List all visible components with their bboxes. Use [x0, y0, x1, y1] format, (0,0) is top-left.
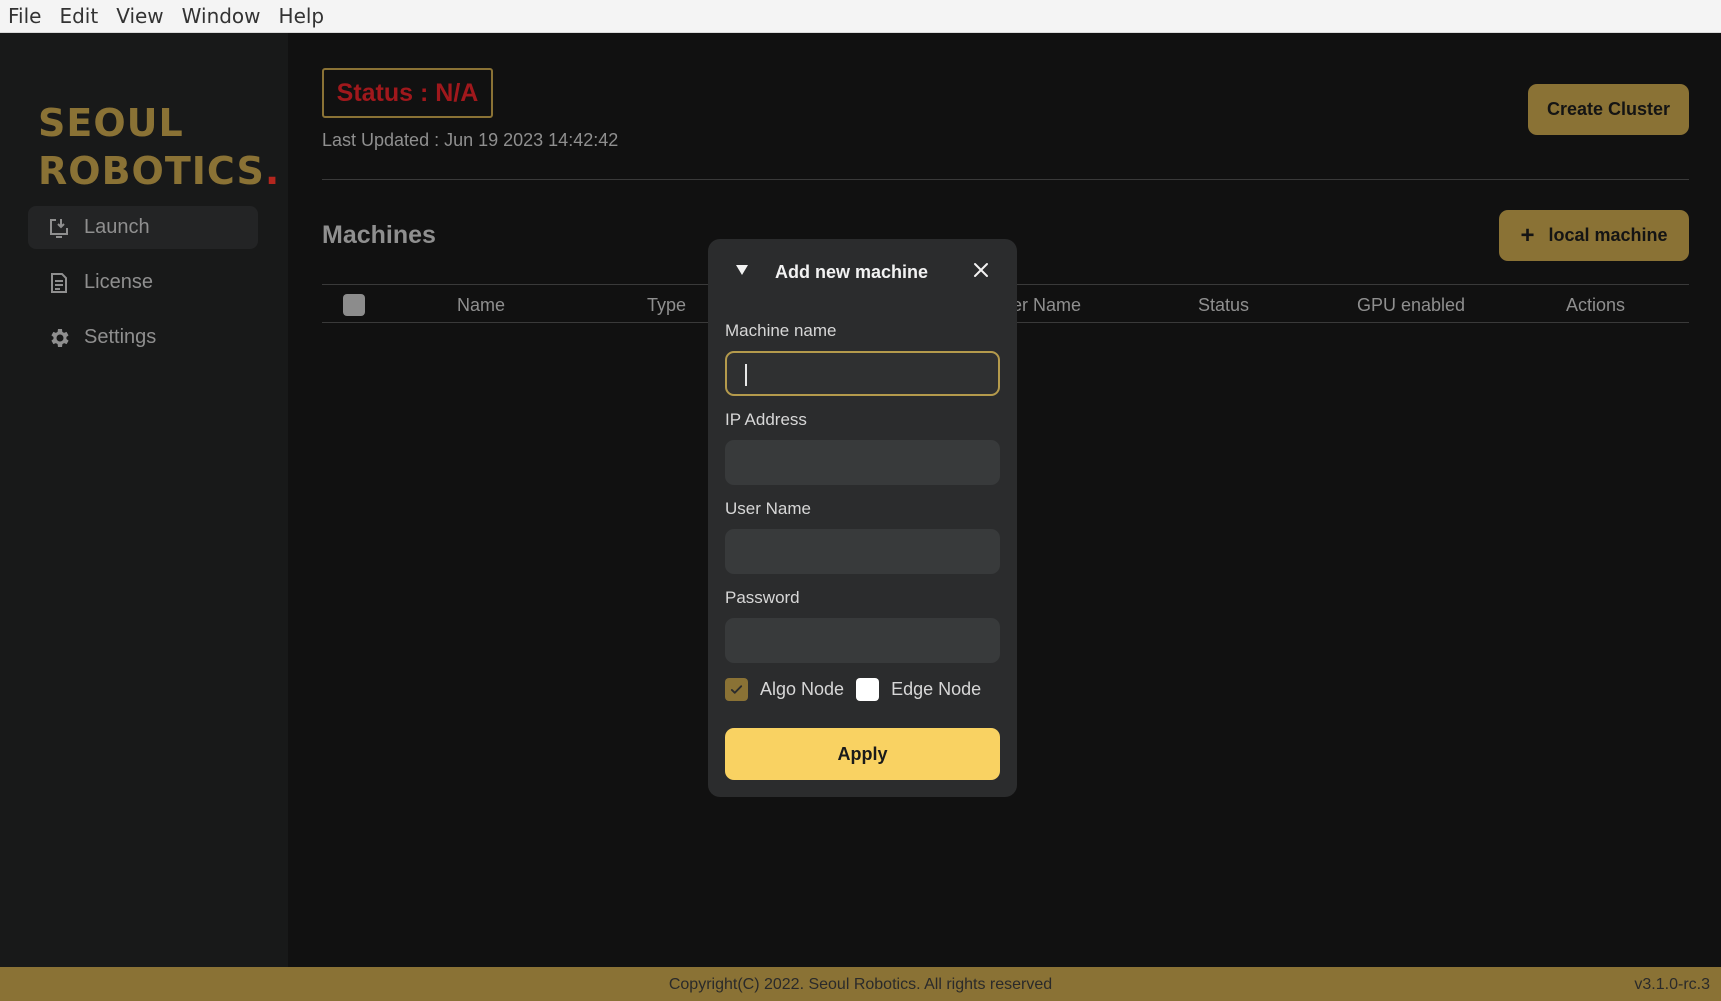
sidebar-item-license[interactable]: License	[28, 261, 258, 304]
ip-address-label: IP Address	[725, 410, 807, 429]
last-updated-text: Last Updated : Jun 19 2023 14:42:42	[322, 130, 619, 150]
sidebar-item-label: License	[84, 271, 153, 293]
password-label: Password	[725, 588, 800, 607]
apply-button[interactable]: Apply	[725, 728, 1000, 780]
menu-help[interactable]: Help	[279, 4, 325, 28]
column-header-type: Type	[647, 295, 687, 315]
menu-edit[interactable]: Edit	[59, 4, 98, 28]
launch-icon	[46, 215, 72, 241]
collapse-triangle-icon[interactable]	[735, 263, 749, 277]
user-name-label: User Name	[725, 499, 811, 518]
column-header-name: Name	[457, 295, 506, 315]
text-cursor	[745, 364, 747, 386]
sidebar-item-settings[interactable]: Settings	[28, 316, 258, 359]
header-divider	[322, 179, 1689, 180]
column-header-user-name: er Name	[1012, 295, 1082, 315]
plus-icon: +	[1520, 221, 1535, 249]
column-header-gpu-enabled: GPU enabled	[1357, 295, 1466, 315]
status-badge: Status : N/A	[322, 68, 493, 118]
user-name-input[interactable]	[725, 529, 1000, 574]
algo-node-label: Algo Node	[760, 678, 845, 699]
menu-view[interactable]: View	[116, 4, 163, 28]
version-text: v3.1.0-rc.3	[1634, 976, 1710, 993]
machines-heading: Machines	[322, 221, 436, 249]
column-header-actions: Actions	[1566, 295, 1626, 315]
select-all-checkbox[interactable]	[343, 294, 365, 316]
machine-name-input[interactable]	[725, 351, 1000, 396]
logo-dot: .	[264, 149, 281, 193]
ip-address-input[interactable]	[725, 440, 1000, 485]
column-header-status: Status	[1198, 295, 1250, 315]
company-logo: SEOUL ROBOTICS.	[38, 99, 280, 195]
sidebar: SEOUL ROBOTICS. Launch License Settings	[0, 33, 288, 967]
algo-node-checkbox[interactable]	[725, 677, 748, 701]
logo-line-2: ROBOTICS	[38, 149, 265, 193]
menu-file[interactable]: File	[8, 4, 41, 28]
checkmark-icon	[730, 684, 743, 694]
dialog-header: Add new machine	[708, 239, 1017, 299]
add-local-machine-label: local machine	[1548, 225, 1668, 245]
menu-window[interactable]: Window	[182, 4, 261, 28]
gear-icon	[46, 325, 72, 351]
add-machine-dialog: Add new machine Machine name IP Address …	[708, 239, 1017, 797]
password-input[interactable]	[725, 618, 1000, 663]
sidebar-item-launch[interactable]: Launch	[28, 206, 258, 249]
node-type-options: Algo Node Edge Node	[725, 676, 993, 702]
machine-name-label: Machine name	[725, 321, 837, 340]
edge-node-checkbox[interactable]	[856, 677, 880, 701]
dialog-title: Add new machine	[775, 262, 929, 282]
close-icon[interactable]	[971, 260, 991, 280]
add-local-machine-button[interactable]: + local machine	[1499, 210, 1689, 261]
copyright-text: Copyright(C) 2022. Seoul Robotics. All r…	[668, 976, 1053, 993]
edge-node-label: Edge Node	[891, 678, 982, 699]
sidebar-item-label: Launch	[84, 216, 150, 238]
sidebar-item-label: Settings	[84, 326, 157, 348]
footer: Copyright(C) 2022. Seoul Robotics. All r…	[0, 967, 1721, 1001]
app-menubar: File Edit View Window Help	[0, 0, 1721, 33]
logo-line-1: SEOUL	[38, 101, 184, 145]
create-cluster-button[interactable]: Create Cluster	[1528, 84, 1689, 135]
document-icon	[46, 270, 72, 296]
